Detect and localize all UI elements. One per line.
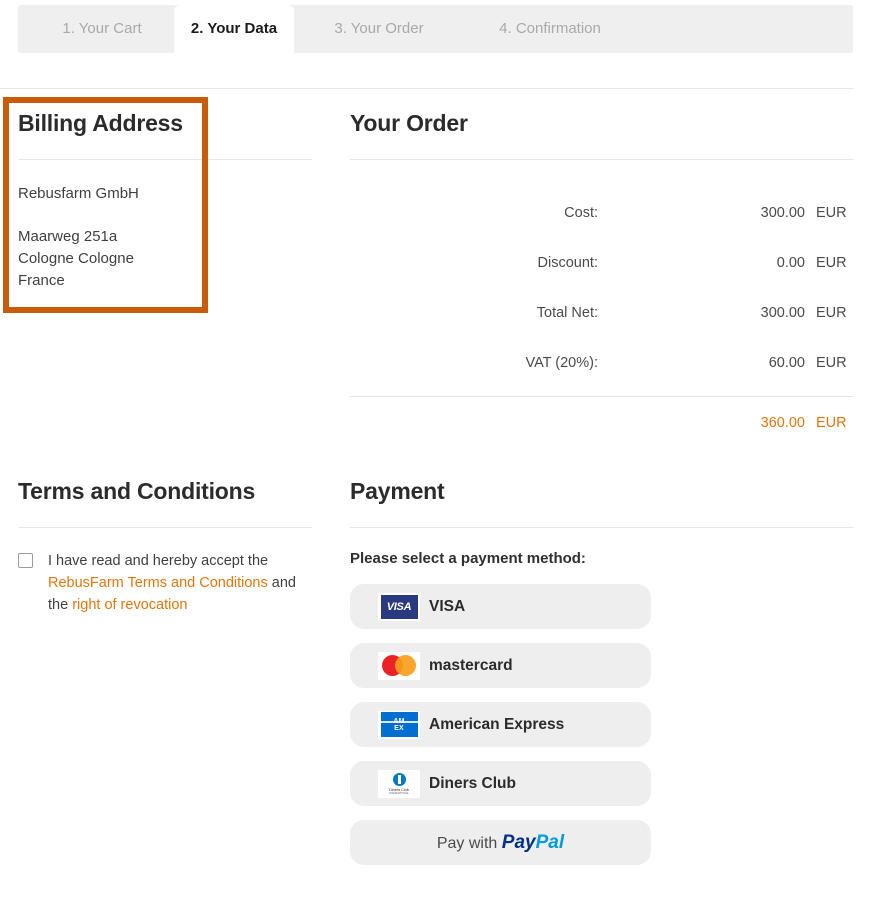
grand-total-amount: 360.00 [760,415,805,431]
diners-mark: Diners Club INTERNATIONAL [381,771,417,797]
payment-method-label: mastercard [429,656,513,674]
order-label-total-net: Total Net: [536,305,598,321]
terms-accept-label: I have read and hereby accept the RebusF… [48,550,310,616]
paypal-brand-pal: Pal [535,831,565,853]
visa-logo-text: VISA [380,594,418,619]
billing-company: Rebusfarm GmbH [18,185,139,202]
billing-address-title: Billing Address [18,110,183,136]
diners-club-logo: Diners Club INTERNATIONAL [378,769,420,798]
payment-section: Payment Please select a payment method: … [350,478,853,879]
order-summary-section: Your Order Cost: 300.00 EUR Discount: 0.… [350,110,853,449]
amex-mark: AM EX [380,712,418,737]
payment-method-diners-club[interactable]: Diners Club INTERNATIONAL Diners Club [350,761,651,806]
order-currency-discount: EUR [816,255,847,271]
terms-and-conditions-section: Terms and Conditions I have read and her… [18,478,312,616]
order-amount-total-net: 300.00 [760,305,805,321]
order-label-vat: VAT (20%): [525,355,598,371]
billing-divider [18,159,312,160]
terms-accept-row: I have read and hereby accept the RebusF… [18,550,312,616]
billing-city: Cologne Cologne [18,250,134,267]
billing-country: France [18,272,65,289]
billing-spacer [18,205,312,226]
order-currency-cost: EUR [816,205,847,221]
terms-accept-checkbox[interactable] [18,553,33,568]
payment-method-american-express[interactable]: AM EX American Express [350,702,651,747]
payment-method-list: VISA VISA mastercard AM EX American Expr… [350,584,853,865]
billing-address-section: Billing Address Rebusfarm GmbH Maarweg 2… [18,110,312,292]
paypal-brand-pay: Pay [501,831,536,853]
order-label-discount: Discount: [537,255,598,271]
order-label-cost: Cost: [564,205,598,221]
amex-logo: AM EX [378,710,420,739]
table-row: Total Net: 300.00 EUR [350,288,853,338]
payment-prompt: Please select a payment method: [350,550,586,567]
paypal-button-label: Pay with PayPal [437,832,564,854]
mastercard-circles [382,655,416,676]
order-amount-cost: 300.00 [760,205,805,221]
payment-method-label: Diners Club [429,774,516,792]
visa-logo: VISA [378,592,420,621]
paypal-prefix: Pay with [436,834,498,852]
order-amount-discount: 0.00 [776,255,805,271]
terms-divider [18,527,312,528]
terms-link[interactable]: RebusFarm Terms and Conditions [48,575,268,591]
revocation-link[interactable]: right of revocation [72,597,187,613]
grand-total-currency: EUR [816,415,847,431]
order-summary-title: Your Order [350,110,468,136]
order-summary-table: Cost: 300.00 EUR Discount: 0.00 EUR Tota… [350,188,853,388]
order-currency-total-net: EUR [816,305,847,321]
terms-text-before: I have read and hereby accept the [48,553,269,569]
payment-method-mastercard[interactable]: mastercard [350,643,651,688]
payment-method-label: VISA [429,597,466,615]
payment-method-visa[interactable]: VISA VISA [350,584,651,629]
payment-method-paypal[interactable]: Pay with PayPal [350,820,651,865]
diners-logo-sub: INTERNATIONAL [389,791,409,795]
table-row: Cost: 300.00 EUR [350,188,853,238]
billing-street: Maarweg 251a [18,228,118,245]
order-amount-vat: 60.00 [768,355,805,371]
table-row: 360.00 EUR [350,397,853,449]
tab-your-cart[interactable]: 1. Your Cart [32,5,172,53]
table-row: VAT (20%): 60.00 EUR [350,338,853,388]
checkout-steps-tabstrip: 1. Your Cart 2. Your Data 3. Your Order … [18,5,853,53]
payment-title: Payment [350,478,445,504]
billing-address-body: Rebusfarm GmbH Maarweg 251a Cologne Colo… [18,183,312,292]
header-divider [0,88,853,89]
terms-title: Terms and Conditions [18,478,256,504]
tab-confirmation[interactable]: 4. Confirmation [470,5,630,53]
payment-divider [350,527,853,528]
diners-circle-icon [392,772,406,786]
tab-your-data[interactable]: 2. Your Data [174,5,294,53]
payment-method-label: American Express [429,715,565,733]
order-grand-total-row: 360.00 EUR [350,397,853,449]
table-row: Discount: 0.00 EUR [350,238,853,288]
tab-your-order[interactable]: 3. Your Order [304,5,454,53]
grand-total-label-spacer [350,397,598,449]
order-currency-vat: EUR [816,355,847,371]
mastercard-yellow-circle [395,655,416,676]
amex-logo-text: AM EX [393,717,405,732]
order-divider [350,159,853,160]
mastercard-logo [378,651,420,680]
